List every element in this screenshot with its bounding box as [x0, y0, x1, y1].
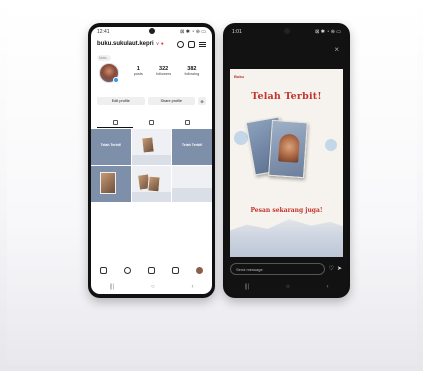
- decor-shape: [325, 139, 337, 151]
- status-time: 12:41: [97, 29, 110, 35]
- tab-posts[interactable]: [97, 118, 134, 128]
- book-cover-front: [268, 119, 308, 179]
- send-message-input[interactable]: Send message: [230, 263, 325, 275]
- story-headline: Telah Terbit!: [251, 91, 322, 102]
- map-thumbnail: [131, 192, 172, 202]
- status-time: 1:01: [232, 29, 242, 35]
- post-grid: Telah Terbit! Telah Terbit!: [91, 129, 212, 202]
- grid-icon: [112, 120, 118, 125]
- share-profile-button[interactable]: Share profile: [147, 97, 195, 105]
- threads-icon[interactable]: [177, 40, 184, 48]
- tagged-icon: [185, 120, 191, 125]
- bottom-nav: [91, 262, 212, 278]
- system-nav-bar: ||| ○ ‹: [91, 280, 212, 294]
- front-camera: [283, 28, 290, 34]
- publisher-logo: Buku: [234, 74, 244, 79]
- reels-icon: [148, 120, 154, 125]
- book-thumbnail: [100, 172, 116, 194]
- grid-post[interactable]: [172, 166, 212, 202]
- phone-profile: 12:41 ⊠ ✱ ◔ ⊜ ▭ buku.sukulaut.kepri ∨ ● …: [88, 23, 215, 298]
- back-icon[interactable]: ‹: [192, 284, 194, 290]
- tab-tagged[interactable]: [170, 118, 206, 128]
- profile-screen: 12:41 ⊠ ✱ ◔ ⊜ ▭ buku.sukulaut.kepri ∨ ● …: [91, 27, 212, 294]
- grid-post[interactable]: Telah Terbit!: [91, 129, 131, 165]
- stat-label: followers: [156, 72, 172, 76]
- home-button-icon[interactable]: ○: [151, 284, 155, 290]
- stat-following[interactable]: 382 following: [185, 66, 200, 76]
- close-icon[interactable]: ×: [334, 45, 339, 54]
- reels-icon[interactable]: [172, 266, 180, 274]
- tab-reels[interactable]: [134, 118, 170, 128]
- send-icon[interactable]: ➤: [337, 265, 342, 272]
- add-post-icon[interactable]: [188, 40, 195, 48]
- stat-followers[interactable]: 322 followers: [156, 66, 171, 76]
- story-actions: ♡ ➤: [329, 265, 342, 272]
- back-icon[interactable]: ‹: [327, 284, 329, 290]
- profile-tabs: [91, 112, 212, 128]
- front-camera: [148, 28, 155, 34]
- story-call-to-action: Pesan sekarang juga!: [250, 207, 323, 214]
- profile-username[interactable]: buku.sukulaut.kepri: [97, 41, 154, 47]
- post-caption: Telah Terbit!: [181, 143, 203, 147]
- profile-stats: 1 posts 322 followers 382 following: [127, 66, 206, 76]
- post-caption: Telah Terbit!: [100, 143, 122, 147]
- stat-posts[interactable]: 1 posts: [134, 66, 143, 76]
- add-story-icon[interactable]: [113, 77, 119, 83]
- add-icon[interactable]: [147, 266, 155, 274]
- avatar-note[interactable]: Note...: [97, 55, 112, 61]
- grid-post[interactable]: Telah Terbit!: [172, 129, 212, 165]
- story-screen: 1:01 ⊠ ✱ ◔ ⊜ ▭ × Buku Telah Terbit! Pesa…: [226, 27, 347, 294]
- map-thumbnail: [172, 188, 212, 202]
- book-cover-art: [278, 133, 301, 163]
- status-icons: ⊠ ✱ ◔ ⊜ ▭: [315, 29, 341, 35]
- decor-shape: [234, 131, 248, 145]
- menu-icon[interactable]: [199, 41, 206, 48]
- edit-profile-button[interactable]: Edit profile: [97, 97, 145, 105]
- profile-summary: Note... 1 posts 322 followers 382 follow…: [91, 51, 212, 89]
- grid-post[interactable]: [131, 129, 172, 165]
- story-image[interactable]: Buku Telah Terbit! Pesan sekarang juga!: [230, 69, 343, 257]
- account-switcher[interactable]: ∨ ●: [156, 41, 164, 47]
- recent-apps-icon[interactable]: |||: [109, 284, 114, 290]
- discover-people-button[interactable]: ⊕: [198, 97, 206, 105]
- stat-label: following: [184, 72, 200, 76]
- home-icon[interactable]: [99, 266, 107, 274]
- book-thumbnail: [146, 175, 161, 193]
- status-icons: ⊠ ✱ ◔ ⊜ ▭: [180, 29, 206, 35]
- profile-actions: Edit profile Share profile ⊕: [91, 89, 212, 108]
- profile-header: buku.sukulaut.kepri ∨ ●: [91, 37, 212, 51]
- stat-label: posts: [133, 72, 143, 76]
- book-thumbnail: [140, 136, 155, 154]
- grid-post[interactable]: [91, 166, 131, 202]
- system-nav-bar: ||| ○ ‹: [226, 280, 347, 294]
- heart-icon[interactable]: ♡: [329, 265, 334, 272]
- phone-story: 1:01 ⊠ ✱ ◔ ⊜ ▭ × Buku Telah Terbit! Pesa…: [223, 23, 350, 298]
- grid-post[interactable]: [131, 166, 172, 202]
- home-button-icon[interactable]: ○: [286, 284, 290, 290]
- search-icon[interactable]: [123, 266, 131, 274]
- profile-avatar-icon[interactable]: [196, 266, 204, 274]
- map-thumbnail: [131, 155, 172, 165]
- recent-apps-icon[interactable]: |||: [244, 284, 249, 290]
